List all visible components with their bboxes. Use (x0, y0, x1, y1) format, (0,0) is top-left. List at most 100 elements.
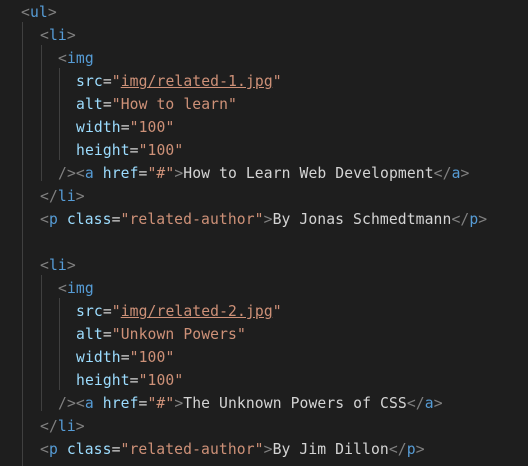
string-value-token: "How to learn" (111, 96, 237, 113)
code-line[interactable]: </li> (40, 185, 85, 208)
tag-name-token: li (57, 188, 76, 205)
tag-name-token: a (424, 395, 434, 412)
string-value-token: " (272, 73, 282, 90)
punctuation-token: > (75, 188, 85, 205)
code-line[interactable]: <img (58, 277, 94, 300)
code-line[interactable]: width="100" (76, 346, 174, 369)
indent-guide (59, 68, 60, 160)
punctuation-token: > (174, 395, 184, 412)
equals-token: = (102, 303, 112, 320)
tag-name-token: a (84, 165, 94, 182)
attribute-name-token: alt (76, 96, 103, 113)
string-value-token: "100" (138, 142, 184, 159)
tag-name-token: img (66, 280, 94, 297)
tag-name-token: ul (29, 4, 48, 21)
attribute-name-token: src (76, 303, 103, 320)
string-value-token: "100" (129, 349, 175, 366)
string-value-token: " (272, 303, 282, 320)
tag-name-token: a (451, 165, 461, 182)
code-line[interactable]: <p class="related-author">By Jonas Schme… (40, 208, 487, 231)
punctuation-token: > (263, 441, 273, 458)
indent-guide (41, 45, 42, 181)
code-line[interactable]: <p class="related-author">By Jim Dillon<… (40, 438, 425, 461)
string-value-token: "related-author" (120, 441, 264, 458)
code-line[interactable]: width="100" (76, 116, 174, 139)
equals-token: = (120, 119, 130, 136)
punctuation-token: > (47, 4, 57, 21)
punctuation-token: </ (406, 395, 425, 412)
punctuation-token: < (75, 165, 85, 182)
code-line[interactable]: src="img/related-2.jpg" (76, 300, 282, 323)
string-value-token: "#" (147, 395, 175, 412)
string-value-token: "Unkown Powers" (111, 326, 246, 343)
equals-token: = (120, 349, 130, 366)
attribute-name-token: class (66, 441, 112, 458)
text-content-token (58, 211, 67, 228)
punctuation-token: > (75, 418, 85, 435)
punctuation-token: > (174, 165, 184, 182)
punctuation-token: </ (433, 165, 452, 182)
string-value-token: " (111, 303, 121, 320)
code-line[interactable]: alt="How to learn" (76, 93, 237, 116)
attribute-name-token: height (76, 142, 130, 159)
punctuation-token: < (40, 257, 49, 274)
punctuation-token: < (40, 441, 49, 458)
code-line[interactable]: alt="Unkown Powers" (76, 323, 246, 346)
equals-token: = (102, 96, 112, 113)
attribute-name-token: src (76, 73, 103, 90)
tag-name-token: p (48, 441, 58, 458)
equals-token: = (129, 372, 139, 389)
code-line[interactable]: /><a href="#">The Unknown Powers of CSS<… (58, 392, 443, 415)
punctuation-token: </ (40, 418, 58, 435)
string-value-token: "100" (129, 119, 175, 136)
indent-guide (22, 22, 23, 466)
indent-guide (59, 298, 60, 390)
punctuation-token: < (75, 395, 85, 412)
tag-name-token: img (66, 50, 94, 67)
attribute-name-token: href (102, 165, 139, 182)
code-line[interactable]: <li> (40, 24, 76, 47)
string-value-token: " (111, 73, 121, 90)
punctuation-token: /> (58, 395, 76, 412)
punctuation-token: > (66, 27, 76, 44)
punctuation-token: </ (40, 188, 58, 205)
tag-name-token: p (48, 211, 58, 228)
code-line[interactable]: /><a href="#">How to Learn Web Developme… (58, 162, 469, 185)
tag-name-token: li (57, 418, 76, 435)
equals-token: = (129, 142, 139, 159)
punctuation-token: > (433, 395, 443, 412)
punctuation-token: /> (58, 165, 76, 182)
text-content-token (94, 395, 103, 412)
code-line[interactable]: <ul> (21, 1, 57, 24)
punctuation-token: < (58, 280, 67, 297)
attribute-name-token: class (66, 211, 112, 228)
code-line[interactable]: </li> (40, 415, 85, 438)
punctuation-token: > (415, 441, 425, 458)
equals-token: = (102, 326, 112, 343)
punctuation-token: </ (451, 211, 470, 228)
text-content-token: The Unknown Powers of CSS (183, 395, 407, 412)
indent-guide (41, 275, 42, 411)
string-value-token: "related-author" (120, 211, 264, 228)
punctuation-token: > (460, 165, 470, 182)
equals-token: = (102, 73, 112, 90)
code-editor[interactable]: <ul> <li> <img src="img/related-1.jpg" a… (0, 0, 528, 466)
punctuation-token: > (66, 257, 76, 274)
punctuation-token: > (263, 211, 273, 228)
attribute-name-token: alt (76, 326, 103, 343)
code-line[interactable]: <li> (40, 254, 76, 277)
equals-token: = (111, 441, 121, 458)
equals-token: = (111, 211, 121, 228)
attribute-name-token: href (102, 395, 139, 412)
code-line[interactable]: height="100" (76, 369, 183, 392)
attribute-name-token: width (76, 119, 121, 136)
code-line[interactable]: height="100" (76, 139, 183, 162)
text-content-token (58, 441, 67, 458)
punctuation-token: < (58, 50, 67, 67)
file-path-link[interactable]: img/related-2.jpg (121, 303, 273, 320)
text-content-token: By Jim Dillon (272, 441, 389, 458)
file-path-link[interactable]: img/related-1.jpg (121, 73, 273, 90)
code-line[interactable]: src="img/related-1.jpg" (76, 70, 282, 93)
code-line[interactable]: <img (58, 47, 94, 70)
string-value-token: "#" (147, 165, 175, 182)
